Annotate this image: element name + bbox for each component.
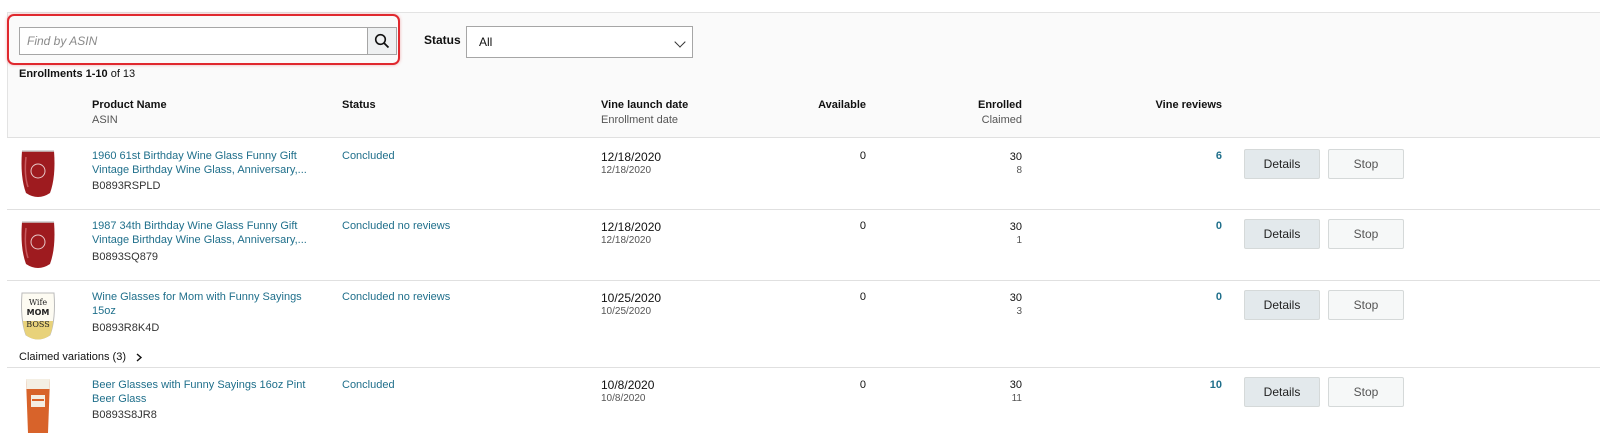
header-status-label: Status [342, 99, 376, 111]
product-name-line-1: 1960 61st Birthday Wine Glass Funny Gift [92, 150, 297, 162]
stop-button[interactable]: Stop [1328, 290, 1404, 320]
header-enrollment-date: Enrollment date [601, 114, 679, 126]
status-link[interactable]: Concluded [342, 378, 395, 392]
claimed-count: 3 [1016, 306, 1022, 317]
status-link[interactable]: Concluded [342, 149, 395, 163]
header-launch: Vine launch date Enrollment date [601, 98, 688, 128]
header-launch-date: Vine launch date [601, 99, 689, 111]
product-thumbnail: Wife MOM BOSS [21, 292, 55, 340]
vine-reviews-count[interactable]: 0 [1182, 290, 1222, 304]
header-claimed-label: Claimed [981, 114, 1022, 126]
product-thumbnail [21, 221, 55, 268]
product-asin: B0893SQ879 [92, 251, 159, 263]
enrolled-count: 30 [1009, 151, 1022, 163]
header-available-label: Available [818, 99, 866, 111]
launch-date: 10/8/2020 [601, 378, 655, 392]
stop-button[interactable]: Stop [1328, 377, 1404, 407]
header-enrolled: Enrolled Claimed [932, 98, 1022, 128]
search-button[interactable] [367, 27, 397, 55]
search-input[interactable]: Find by ASIN [19, 27, 368, 55]
product-name-link[interactable]: Wine Glasses for Mom with Funny Sayings … [92, 290, 322, 318]
product-asin: B0893R8K4D [92, 322, 160, 334]
product-name-line-2: 15oz [92, 305, 116, 317]
header-product-name: Product Name [92, 99, 167, 111]
enrollment-date: 10/25/2020 [601, 306, 652, 317]
enrolled-count: 30 [1009, 379, 1022, 391]
search-icon [374, 33, 390, 49]
thumb-text-1: Wife [29, 298, 48, 307]
enrollment-date: 12/18/2020 [601, 235, 652, 246]
header-status: Status [342, 98, 376, 113]
product-name-link[interactable]: 1987 34th Birthday Wine Glass Funny Gift… [92, 219, 322, 247]
launch-date: 12/18/2020 [601, 150, 662, 164]
product-name-line-1: 1987 34th Birthday Wine Glass Funny Gift [92, 220, 298, 232]
status-link[interactable]: Concluded no reviews [342, 290, 450, 304]
details-button[interactable]: Details [1244, 149, 1320, 179]
chevron-right-icon [136, 353, 143, 362]
details-button[interactable]: Details [1244, 377, 1320, 407]
chevron-down-icon [674, 36, 686, 48]
vine-reviews-count[interactable]: 10 [1182, 378, 1222, 392]
status-filter-label: Status [424, 33, 461, 47]
claimed-variations-toggle[interactable]: Claimed variations (3) [19, 351, 143, 363]
thumb-text-3: BOSS [26, 320, 49, 329]
product-name-line-2: Beer Glass [92, 393, 147, 405]
product-name-link[interactable]: Beer Glasses with Funny Sayings 16oz Pin… [92, 378, 322, 406]
enrollment-date: 12/18/2020 [601, 165, 652, 176]
header-asin: ASIN [92, 114, 118, 126]
claimed-count: 1 [1016, 235, 1022, 246]
enrollment-count: Enrollments 1-10 of 13 [19, 68, 135, 80]
header-enrolled-label: Enrolled [977, 99, 1022, 111]
enrollment-total: of 13 [110, 68, 136, 80]
enrollment-range: Enrollments 1-10 [19, 68, 108, 80]
header-product: Product Name ASIN [92, 98, 167, 128]
product-asin: B0893RSPLD [92, 180, 161, 192]
status-filter-value: All [479, 35, 493, 49]
claimed-count: 8 [1016, 165, 1022, 176]
product-name-line-1: Wine Glasses for Mom with Funny Sayings [92, 291, 302, 303]
thumb-text-2: MOM [27, 308, 50, 317]
product-thumbnail [26, 379, 50, 433]
available-count: 0 [859, 379, 866, 391]
available-count: 0 [859, 291, 866, 303]
launch-date: 12/18/2020 [601, 220, 662, 234]
enrolled-count: 30 [1009, 221, 1022, 233]
details-button[interactable]: Details [1244, 290, 1320, 320]
product-thumbnail [21, 150, 55, 197]
stop-button[interactable]: Stop [1328, 219, 1404, 249]
vine-reviews-count[interactable]: 6 [1182, 149, 1222, 163]
status-filter-select[interactable]: All [466, 26, 693, 58]
header-reviews: Vine reviews [1111, 98, 1222, 113]
available-count: 0 [859, 220, 866, 232]
claimed-count: 11 [1011, 393, 1022, 404]
enrolled-count: 30 [1009, 292, 1022, 304]
header-available: Available [776, 98, 866, 113]
header-reviews-label: Vine reviews [1155, 99, 1222, 111]
product-name-link[interactable]: 1960 61st Birthday Wine Glass Funny Gift… [92, 149, 322, 177]
vine-reviews-count[interactable]: 0 [1182, 219, 1222, 233]
stop-button[interactable]: Stop [1328, 149, 1404, 179]
claimed-variations-label: Claimed variations (3) [19, 351, 126, 363]
launch-date: 10/25/2020 [601, 291, 662, 305]
product-name-line-2: Vintage Birthday Wine Glass, Anniversary… [92, 234, 307, 246]
status-link[interactable]: Concluded no reviews [342, 219, 450, 233]
available-count: 0 [859, 150, 866, 162]
product-asin: B0893S8JR8 [92, 409, 157, 421]
product-name-line-1: Beer Glasses with Funny Sayings 16oz Pin… [92, 379, 306, 391]
details-button[interactable]: Details [1244, 219, 1320, 249]
enrollment-date: 10/8/2020 [601, 393, 646, 404]
product-name-line-2: Vintage Birthday Wine Glass, Anniversary… [92, 164, 307, 176]
